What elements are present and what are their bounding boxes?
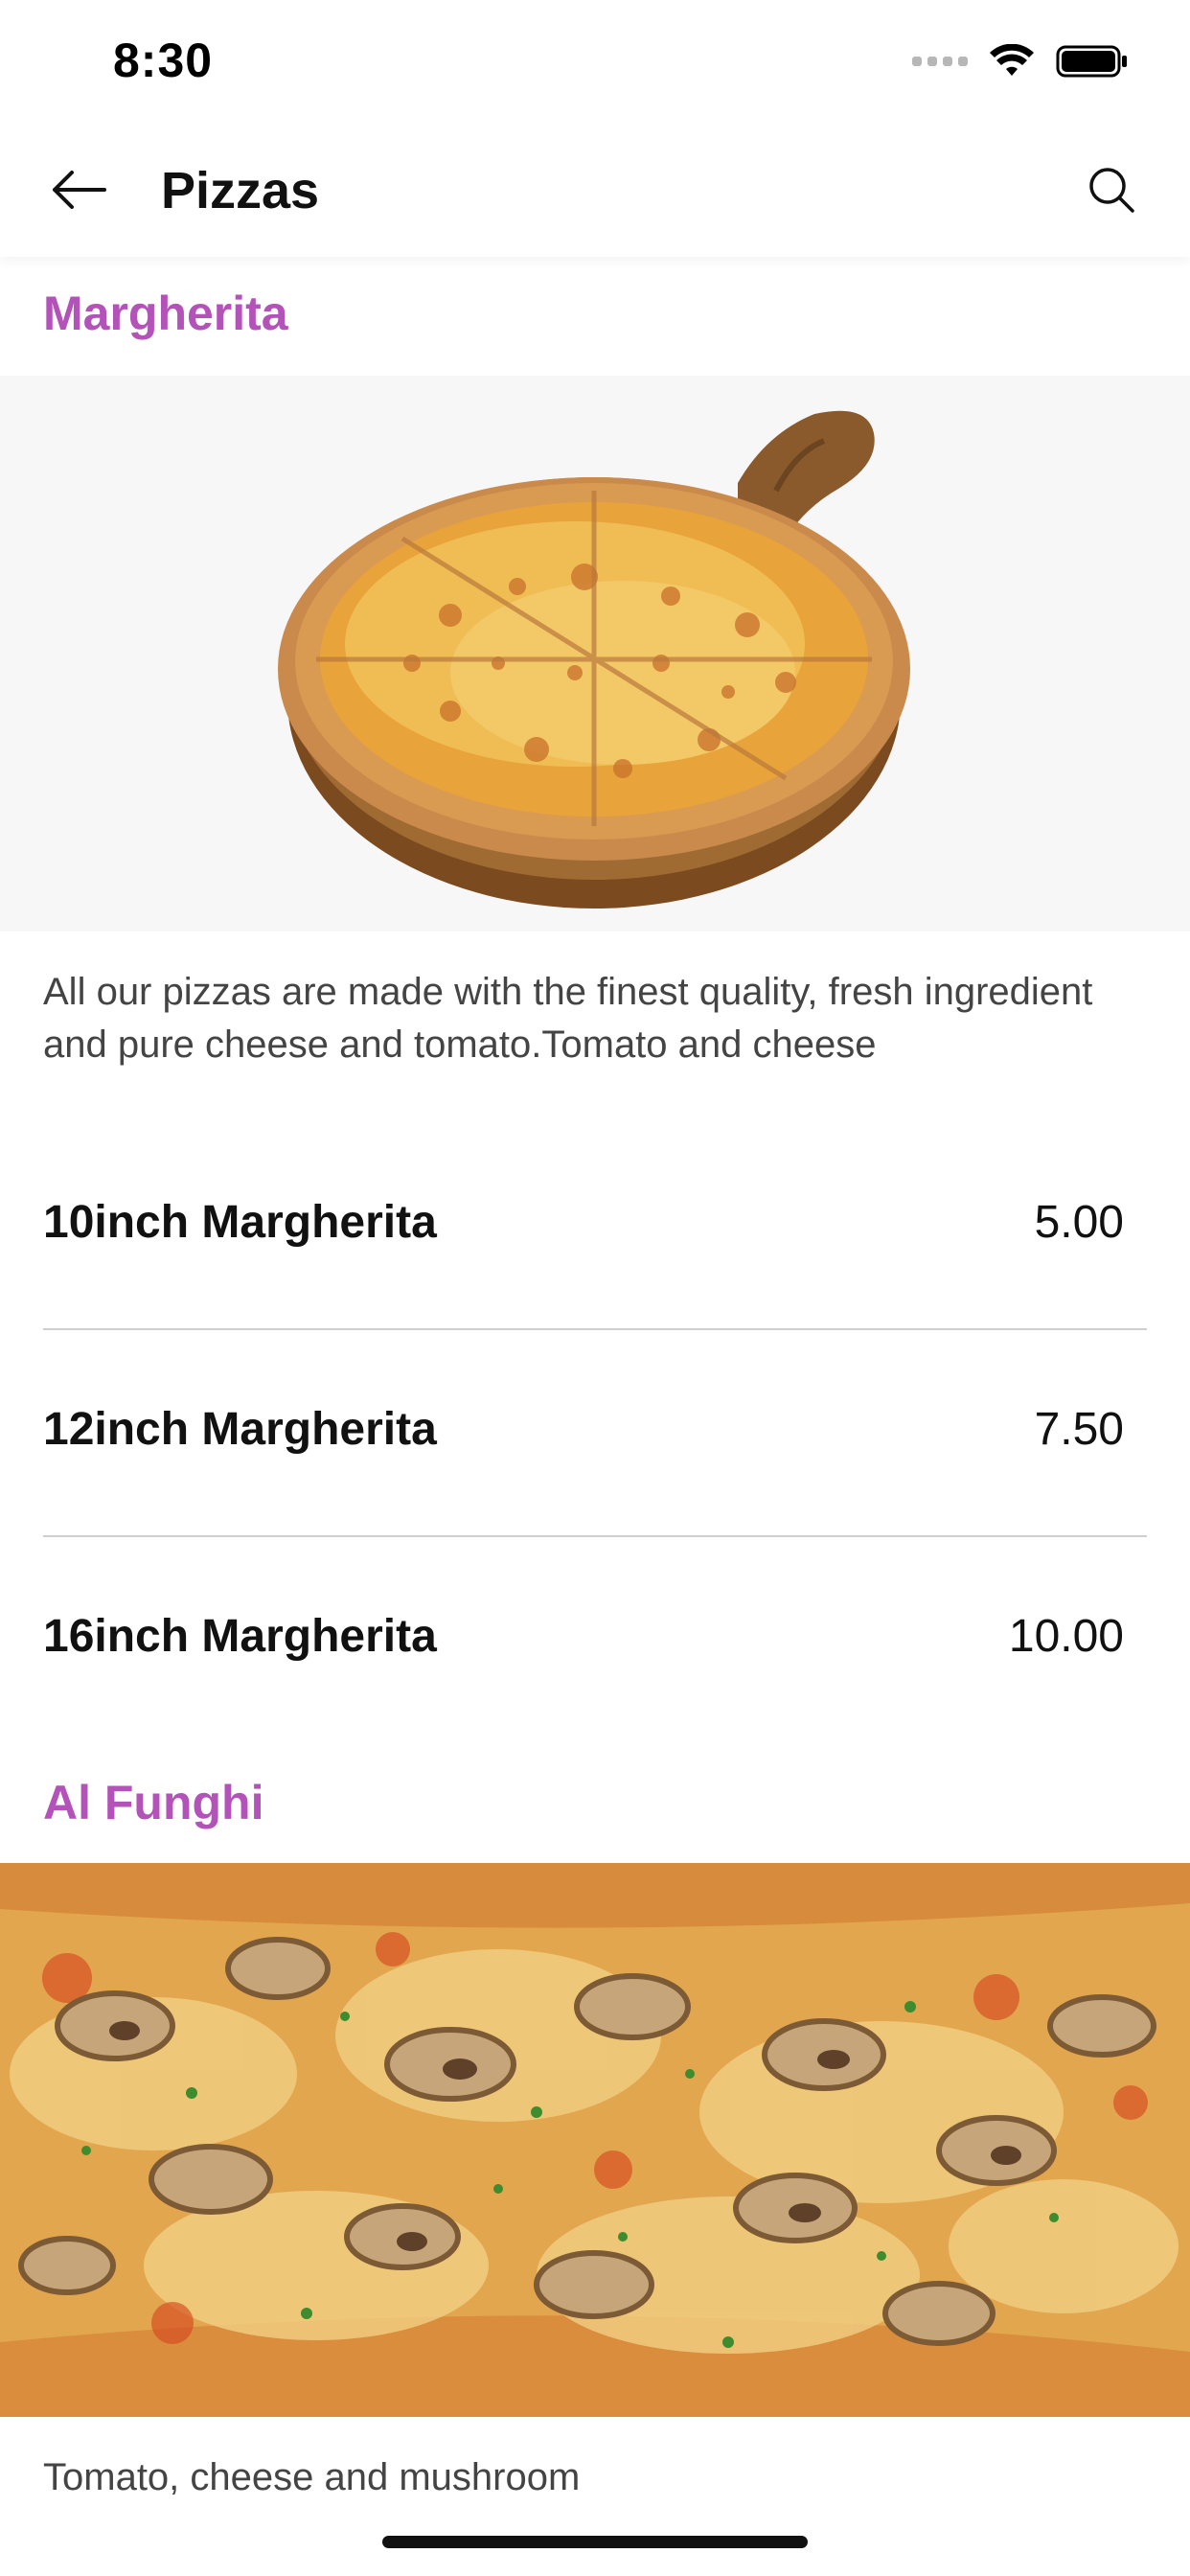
list-item[interactable]: 12inch Margherita 7.50 (43, 1384, 1124, 1489)
divider (43, 1328, 1147, 1330)
divider (43, 1535, 1147, 1537)
wifi-icon (989, 44, 1035, 79)
item-name: 12inch Margherita (43, 1404, 437, 1455)
back-button[interactable] (42, 155, 115, 228)
signal-icon (912, 57, 968, 66)
section-title-margherita: Margherita (43, 287, 288, 340)
arrow-left-icon (49, 169, 108, 216)
list-item[interactable]: 10inch Margherita 5.00 (43, 1177, 1124, 1282)
app-bar: Pizzas (0, 126, 1190, 257)
mushroom-pizza-image (0, 1863, 1190, 2417)
home-indicator[interactable] (382, 2536, 808, 2548)
search-button[interactable] (1075, 155, 1148, 228)
page-title: Pizzas (161, 162, 320, 219)
item-price: 5.00 (1034, 1197, 1124, 1248)
list-item[interactable]: 16inch Margherita 10.00 (43, 1591, 1124, 1696)
item-name: 16inch Margherita (43, 1611, 437, 1662)
status-icons (912, 44, 1129, 79)
section-description-al-funghi: Tomato, cheese and mushroom (43, 2456, 581, 2498)
search-icon (1087, 165, 1136, 219)
item-name: 10inch Margherita (43, 1197, 437, 1248)
status-time: 8:30 (113, 34, 214, 87)
section-title-al-funghi: Al Funghi (43, 1776, 264, 1829)
item-price: 10.00 (1008, 1611, 1124, 1662)
section-description-margherita: All our pizzas are made with the finest … (43, 971, 1093, 1066)
item-price: 7.50 (1034, 1404, 1124, 1455)
margherita-pizza-image (0, 376, 1190, 932)
status-bar: 8:30 (0, 0, 1190, 126)
battery-icon (1056, 44, 1129, 79)
